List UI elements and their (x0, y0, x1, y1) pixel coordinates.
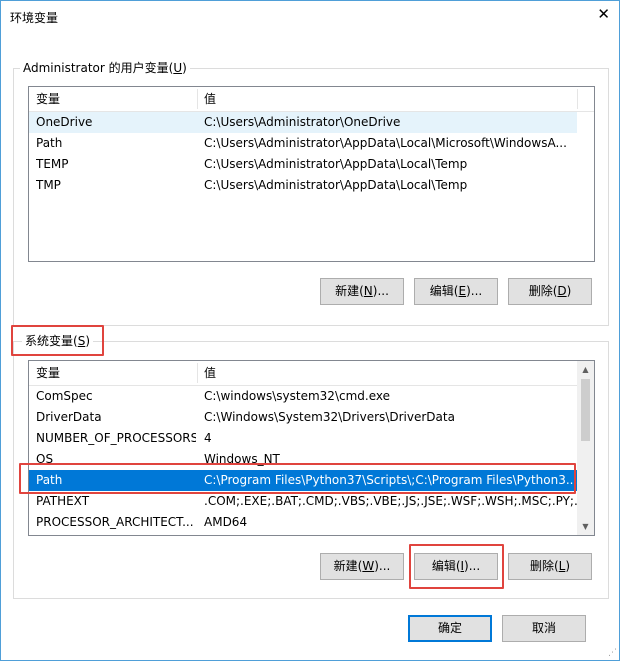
system-variables-list[interactable]: 变量 值 ComSpec C:\windows\system32\cmd.exe… (28, 360, 595, 536)
list-item[interactable]: ComSpec C:\windows\system32\cmd.exe (29, 386, 577, 407)
title-bar: 环境变量 ✕ (1, 1, 619, 31)
ok-button[interactable]: 确定 (408, 615, 492, 642)
system-delete-button[interactable]: 删除(L) (508, 553, 592, 580)
list-item-selected[interactable]: Path C:\Program Files\Python37\Scripts\;… (29, 470, 577, 491)
list-item[interactable]: TEMP C:\Users\Administrator\AppData\Loca… (29, 154, 577, 175)
resize-grip-icon[interactable]: ⋰ (608, 648, 617, 658)
vertical-scrollbar[interactable]: ▲ ▼ (577, 361, 594, 535)
column-divider (577, 89, 578, 109)
column-header-value[interactable]: 值 (197, 361, 577, 385)
list-item[interactable]: Path C:\Users\Administrator\AppData\Loca… (29, 133, 577, 154)
list-item[interactable]: PATHEXT .COM;.EXE;.BAT;.CMD;.VBS;.VBE;.J… (29, 491, 594, 512)
list-item[interactable]: NUMBER_OF_PROCESSORS 4 (29, 428, 577, 449)
system-edit-button[interactable]: 编辑(I)... (414, 553, 498, 580)
system-variables-label: 系统变量(S) (22, 334, 93, 348)
scroll-up-arrow-icon[interactable]: ▲ (577, 361, 594, 378)
list-item[interactable]: TMP C:\Users\Administrator\AppData\Local… (29, 175, 577, 196)
user-edit-button[interactable]: 编辑(E)... (414, 278, 498, 305)
cancel-button[interactable]: 取消 (502, 615, 586, 642)
dialog-title: 环境变量 (10, 11, 59, 25)
column-header-value[interactable]: 值 (197, 87, 577, 111)
user-variables-list[interactable]: 变量 值 OneDrive C:\Users\Administrator\One… (28, 86, 595, 262)
user-variables-label: Administrator 的用户变量(U) (20, 61, 190, 75)
close-icon[interactable]: ✕ (597, 7, 610, 22)
user-delete-button[interactable]: 删除(D) (508, 278, 592, 305)
list-item[interactable]: DriverData C:\Windows\System32\Drivers\D… (29, 407, 577, 428)
user-new-button[interactable]: 新建(N)... (320, 278, 404, 305)
list-item[interactable]: OneDrive C:\Users\Administrator\OneDrive (29, 112, 577, 133)
list-header: 变量 值 (29, 361, 577, 386)
environment-variables-dialog: 环境变量 ✕ Administrator 的用户变量(U) 变量 值 OneDr… (0, 0, 620, 661)
list-item[interactable]: PROCESSOR_ARCHITECT... AMD64 (29, 512, 577, 533)
list-header: 变量 值 (29, 87, 594, 112)
system-new-button[interactable]: 新建(W)... (320, 553, 404, 580)
scrollbar-thumb[interactable] (581, 379, 590, 441)
scroll-down-arrow-icon[interactable]: ▼ (577, 518, 594, 535)
list-item[interactable]: OS Windows_NT (29, 449, 577, 470)
column-header-name[interactable]: 变量 (29, 87, 197, 111)
column-header-name[interactable]: 变量 (29, 361, 197, 385)
